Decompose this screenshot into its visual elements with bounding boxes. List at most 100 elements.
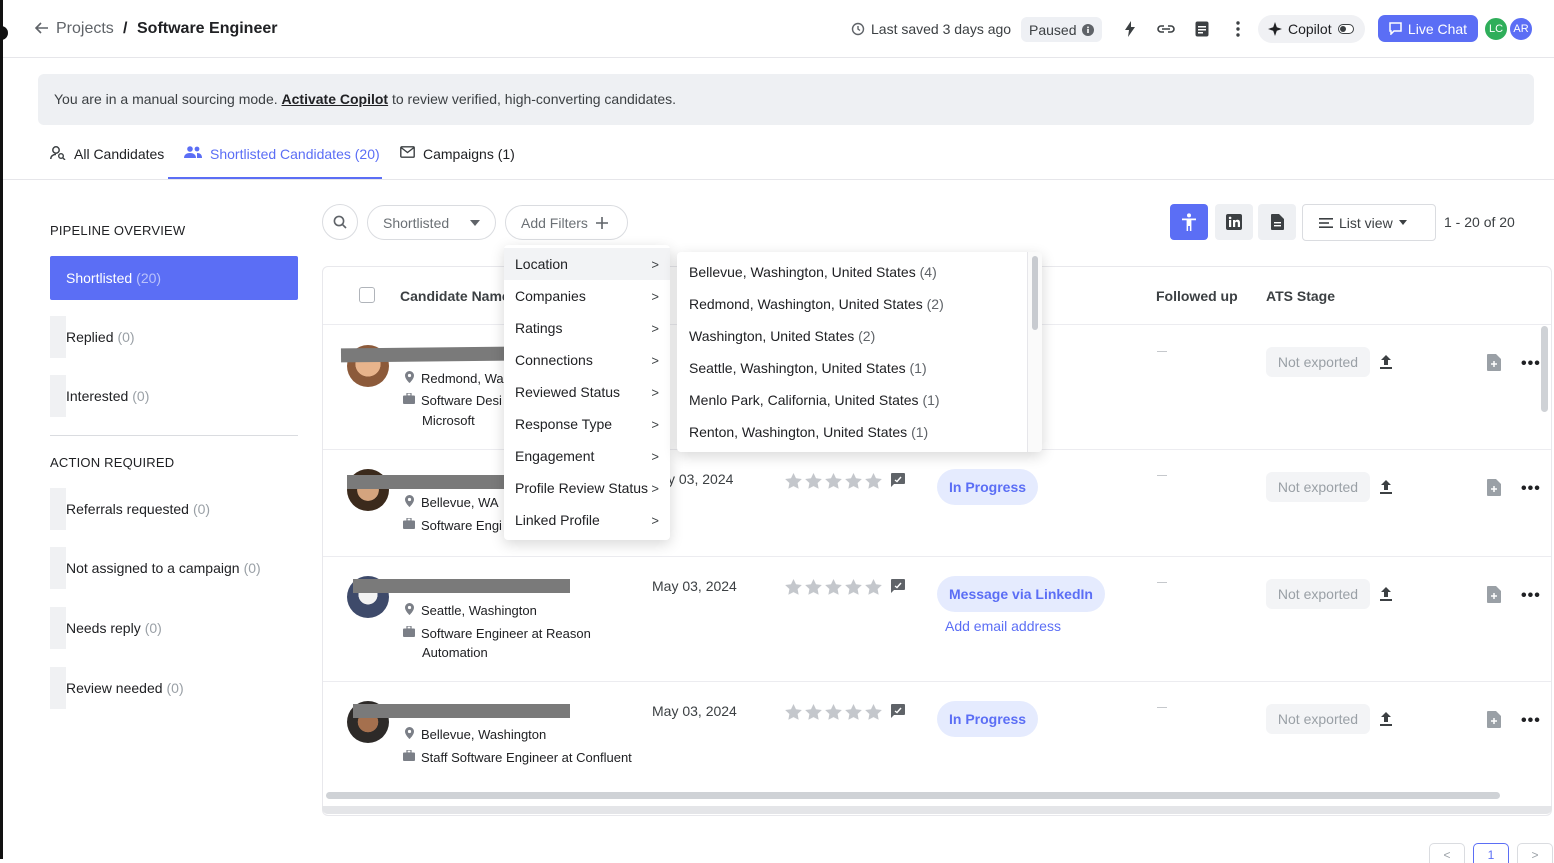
linkedin-view-button[interactable] <box>1215 204 1253 240</box>
page-title: Software Engineer <box>137 20 278 37</box>
table-vertical-scrollbar[interactable] <box>1541 326 1548 412</box>
menu-item-location[interactable]: Location > <box>504 248 670 280</box>
upload-icon[interactable] <box>1380 712 1392 726</box>
star-icon[interactable] <box>785 473 802 489</box>
menu-item-label: Response Type <box>515 416 613 432</box>
location-option[interactable]: Washington, United States (2) <box>689 328 875 344</box>
rating-stars[interactable] <box>785 473 905 489</box>
view-mode-dropdown[interactable]: List view <box>1302 204 1436 241</box>
outreach-status-badge[interactable]: In Progress <box>937 469 1039 505</box>
upload-icon[interactable] <box>1380 480 1392 494</box>
prev-page-button[interactable]: < <box>1429 843 1465 863</box>
tab-all-candidates[interactable]: All Candidates <box>50 146 164 179</box>
sidebar-item-interested[interactable]: Interested (0) <box>50 375 166 417</box>
more-vertical-icon[interactable] <box>1227 18 1249 40</box>
page-number-button[interactable]: 1 <box>1473 843 1509 863</box>
add-note-icon[interactable] <box>1487 711 1501 728</box>
sidebar-item-referrals-requested[interactable]: Referrals requested (0) <box>50 488 227 530</box>
menu-item-label: Linked Profile <box>515 512 600 528</box>
copilot-toggle[interactable]: Copilot <box>1258 15 1365 43</box>
star-icon[interactable] <box>805 579 822 595</box>
submenu-scrollbar[interactable] <box>1032 256 1038 330</box>
star-icon[interactable] <box>845 704 862 720</box>
notes-icon[interactable] <box>1191 18 1213 40</box>
star-icon[interactable] <box>865 473 882 489</box>
back-arrow-icon[interactable] <box>35 21 49 35</box>
activate-copilot-link[interactable]: Activate Copilot <box>282 91 389 107</box>
column-header-ats-stage[interactable]: ATS Stage <box>1266 288 1335 304</box>
menu-item-connections[interactable]: Connections > <box>504 344 670 376</box>
star-icon[interactable] <box>865 704 882 720</box>
menu-item-response-type[interactable]: Response Type > <box>504 408 670 440</box>
lightning-icon[interactable] <box>1119 18 1141 40</box>
row-more-icon[interactable]: ••• <box>1521 587 1541 605</box>
ats-status: Not exported <box>1266 472 1370 502</box>
rating-stars[interactable] <box>785 704 905 720</box>
menu-item-reviewed-status[interactable]: Reviewed Status > <box>504 376 670 408</box>
sidebar-item-not-assigned[interactable]: Not assigned to a campaign (0) <box>50 547 277 589</box>
add-note-icon[interactable] <box>1487 354 1501 371</box>
project-status-badge[interactable]: Paused <box>1021 17 1103 42</box>
location-option[interactable]: Bellevue, Washington, United States (4) <box>689 264 937 280</box>
menu-item-companies[interactable]: Companies > <box>504 280 670 312</box>
select-all-checkbox[interactable] <box>359 287 375 303</box>
star-icon[interactable] <box>825 473 842 489</box>
sidebar-item-shortlisted[interactable]: Shortlisted (20) <box>50 256 298 300</box>
add-email-link[interactable]: Add email address <box>945 618 1061 634</box>
menu-item-linked-profile[interactable]: Linked Profile > <box>504 504 670 536</box>
feedback-icon[interactable] <box>891 704 905 720</box>
star-icon[interactable] <box>825 704 842 720</box>
location-option[interactable]: Menlo Park, California, United States (1… <box>689 392 940 408</box>
row-more-icon[interactable]: ••• <box>1521 355 1541 373</box>
window-left-edge <box>0 0 3 859</box>
menu-item-profile-review-status[interactable]: Profile Review Status > <box>504 472 670 504</box>
rating-stars[interactable] <box>785 579 905 595</box>
next-page-button[interactable]: > <box>1517 843 1553 863</box>
feedback-icon[interactable] <box>891 579 905 595</box>
menu-item-engagement[interactable]: Engagement > <box>504 440 670 472</box>
star-icon[interactable] <box>845 579 862 595</box>
add-note-icon[interactable] <box>1487 479 1501 496</box>
upload-icon[interactable] <box>1380 355 1392 369</box>
breadcrumb-projects[interactable]: Projects <box>56 20 114 38</box>
sidebar-item-needs-reply[interactable]: Needs reply (0) <box>50 607 178 649</box>
location-option[interactable]: Renton, Washington, United States (1) <box>689 424 928 440</box>
star-icon[interactable] <box>845 473 862 489</box>
outreach-status-badge[interactable]: In Progress <box>937 701 1039 737</box>
location-option[interactable]: Redmond, Washington, United States (2) <box>689 296 944 312</box>
tab-shortlisted-candidates[interactable]: Shortlisted Candidates (20) <box>168 146 382 179</box>
location-option[interactable]: Seattle, Washington, United States (1) <box>689 360 927 376</box>
live-chat-button[interactable]: Live Chat <box>1378 15 1478 42</box>
add-filters-button[interactable]: Add Filters <box>505 205 628 240</box>
resume-view-button[interactable] <box>1258 204 1296 240</box>
sidebar-item-count: (0) <box>132 388 150 404</box>
search-button[interactable] <box>322 204 358 240</box>
column-header-candidate[interactable]: Candidate Name <box>400 288 510 304</box>
star-icon[interactable] <box>785 579 802 595</box>
star-icon[interactable] <box>865 579 882 595</box>
star-icon[interactable] <box>825 579 842 595</box>
star-icon[interactable] <box>805 704 822 720</box>
location-option-label: Bellevue, Washington, United States <box>689 264 916 280</box>
add-note-icon[interactable] <box>1487 586 1501 603</box>
star-icon[interactable] <box>785 704 802 720</box>
column-header-followed-up[interactable]: Followed up <box>1156 288 1238 304</box>
user-avatar-ar[interactable]: AR <box>1508 16 1534 42</box>
user-avatar-lc[interactable]: LC <box>1483 16 1509 42</box>
upload-icon[interactable] <box>1380 587 1392 601</box>
sidebar-item-review-needed[interactable]: Review needed (0) <box>50 667 200 709</box>
star-icon[interactable] <box>805 473 822 489</box>
tab-campaigns[interactable]: Campaigns (1) <box>400 146 515 179</box>
accessibility-view-button[interactable] <box>1170 204 1208 240</box>
menu-item-label: Engagement <box>515 448 595 464</box>
link-share-icon[interactable] <box>1155 18 1177 40</box>
sidebar-item-replied[interactable]: Replied (0) <box>50 316 151 358</box>
table-horizontal-scrollbar[interactable] <box>326 792 1500 799</box>
menu-item-ratings[interactable]: Ratings > <box>504 312 670 344</box>
row-more-icon[interactable]: ••• <box>1521 712 1541 730</box>
outreach-status-badge[interactable]: Message via LinkedIn <box>937 576 1105 612</box>
feedback-icon[interactable] <box>891 473 905 489</box>
stage-filter-dropdown[interactable]: Shortlisted <box>367 205 496 240</box>
shortlisted-date: May 03, 2024 <box>652 703 737 719</box>
row-more-icon[interactable]: ••• <box>1521 480 1541 498</box>
